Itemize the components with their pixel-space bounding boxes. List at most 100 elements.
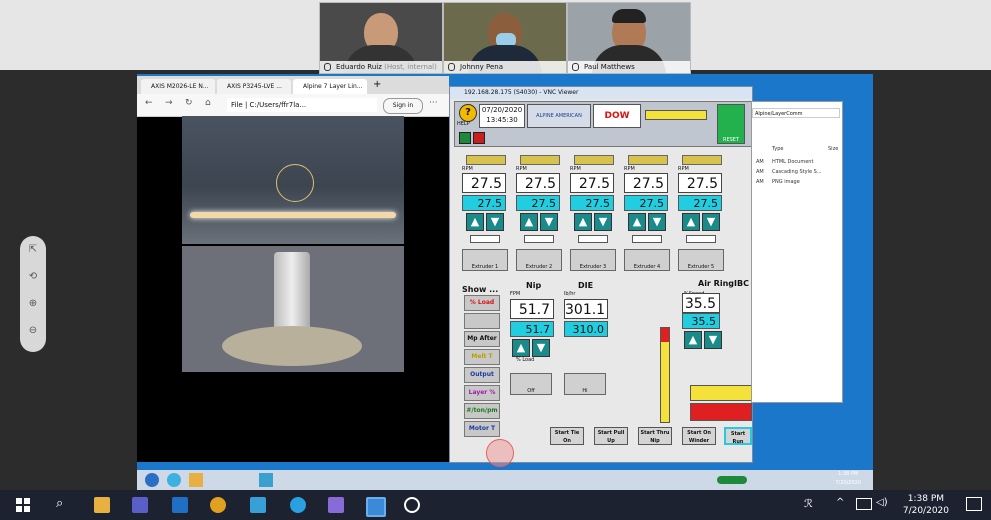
help-icon[interactable]: ? [459, 104, 477, 122]
rpm-label: RPM [624, 166, 635, 172]
fit-icon[interactable]: ⇱ [20, 236, 46, 263]
rpm-setpoint[interactable]: 27.5 [516, 195, 560, 211]
die-setpoint[interactable]: 310.0 [564, 321, 608, 337]
start-tie-on-button[interactable]: Start Tie On [550, 427, 584, 445]
file-type[interactable]: PNG image [772, 179, 800, 185]
arrow-up-icon[interactable]: ▲ [574, 213, 592, 231]
arrow-down-icon[interactable]: ▼ [540, 213, 558, 231]
participant-tile-2[interactable]: Johnny Pena [443, 2, 567, 74]
start-orb-icon[interactable] [145, 473, 159, 487]
show-motor-button[interactable]: Motor T [464, 421, 500, 437]
zoom-in-icon[interactable]: ⊕ [20, 290, 46, 317]
new-tab-icon[interactable]: + [373, 79, 381, 90]
teams-icon[interactable] [132, 497, 148, 513]
extruder-button[interactable]: Extruder 3 [570, 249, 616, 271]
arrow-down-icon[interactable]: ▼ [594, 213, 612, 231]
start-on-winder-button[interactable]: Start On Winder [682, 427, 716, 445]
url-field[interactable]: File | C:/Users/ffr7la... [227, 98, 377, 112]
start-pull-up-button[interactable]: Start Pull Up [594, 427, 628, 445]
chrome-icon[interactable] [210, 497, 226, 513]
people-icon[interactable]: ℛ [804, 497, 813, 510]
reset-button[interactable]: RESET [717, 104, 745, 144]
back-icon[interactable]: ← [145, 98, 153, 108]
extruder-button[interactable]: Extruder 4 [624, 249, 670, 271]
rpm-setpoint[interactable]: 27.5 [570, 195, 614, 211]
column-size[interactable]: Size [828, 146, 838, 152]
file-type[interactable]: Cascading Style S... [772, 169, 822, 175]
arrow-up-icon[interactable]: ▲ [466, 213, 484, 231]
record-icon[interactable] [404, 497, 420, 513]
show-output-button[interactable]: Output [464, 367, 500, 383]
extruder-button[interactable]: Extruder 5 [678, 249, 724, 271]
show-load-button[interactable]: % Load [464, 295, 500, 311]
browser-tab-active[interactable]: Alpine 7 Layer Lin... [293, 79, 367, 94]
start-thru-nip-button[interactable]: Start Thru Nip [638, 427, 672, 445]
rpm-setpoint[interactable]: 27.5 [624, 195, 668, 211]
arrow-up-icon[interactable]: ▲ [520, 213, 538, 231]
air-ring-value: 35.5 [682, 293, 720, 313]
rotate-icon[interactable]: ⟲ [20, 263, 46, 290]
home-icon[interactable]: ⌂ [205, 98, 211, 108]
zoom-control: ⇱ ⟲ ⊕ ⊖ [20, 236, 46, 352]
show-mp-after-button[interactable]: Mp After [464, 331, 500, 347]
column-type[interactable]: Type [772, 146, 783, 152]
arrow-down-icon[interactable]: ▼ [704, 331, 722, 349]
show-ton-button[interactable]: #/ton/pm [464, 403, 500, 419]
air-ring-setpoint[interactable]: 35.5 [682, 313, 720, 329]
rpm-label: RPM [462, 166, 473, 172]
arrow-down-icon[interactable]: ▼ [648, 213, 666, 231]
taskbar-clock[interactable]: 1:38 PM 7/20/2020 [903, 493, 949, 517]
outlook-icon[interactable] [172, 497, 188, 513]
rpm-setpoint[interactable]: 27.5 [462, 195, 506, 211]
status-bar [645, 110, 707, 120]
show-melt-button[interactable]: Melt T [464, 349, 500, 365]
arrow-down-icon[interactable]: ▼ [702, 213, 720, 231]
notification-icon[interactable] [966, 497, 982, 511]
forward-icon[interactable]: → [165, 98, 173, 108]
rpm-setpoint[interactable]: 27.5 [678, 195, 722, 211]
more-icon[interactable]: ··· [429, 98, 438, 108]
show-layer-button[interactable]: Layer % [464, 385, 500, 401]
file-type[interactable]: HTML Document [772, 159, 813, 165]
arrow-up-icon[interactable]: ▲ [512, 339, 530, 357]
windows-start-icon[interactable] [16, 498, 30, 512]
show-blank-button[interactable] [464, 313, 500, 329]
arrow-up-icon[interactable]: ▲ [684, 331, 702, 349]
refresh-icon[interactable]: ↻ [185, 98, 193, 108]
app-icon[interactable] [328, 497, 344, 513]
participant-tile-1[interactable]: Eduardo Ruiz (Host, internal) [319, 2, 443, 74]
chevron-up-icon[interactable]: ^ [836, 497, 844, 508]
arrow-down-icon[interactable]: ▼ [532, 339, 550, 357]
camera-feed-top [182, 116, 404, 244]
mic-icon [572, 63, 579, 71]
sign-in-button[interactable]: Sign in [383, 98, 423, 114]
edge-icon[interactable] [290, 497, 306, 513]
network-icon[interactable] [856, 498, 872, 510]
participant-tile-3[interactable]: Paul Matthews [567, 2, 691, 74]
browser-tab[interactable]: AXIS M2026-LE N... [141, 79, 215, 94]
arrow-up-icon[interactable]: ▲ [628, 213, 646, 231]
extruder-column-1: RPM 27.5 27.5 ▲ ▼ Extruder 1 [460, 155, 510, 275]
browser-tab[interactable]: AXIS P3245-LVE ... [217, 79, 291, 94]
nip-setpoint[interactable]: 51.7 [510, 321, 554, 337]
nip-button[interactable]: Off [510, 373, 552, 395]
folder-icon[interactable] [189, 473, 203, 487]
datetime-display: 07/20/2020 13:45:30 [479, 104, 525, 128]
arrow-up-icon[interactable]: ▲ [682, 213, 700, 231]
extruder-button[interactable]: Extruder 2 [516, 249, 562, 271]
active-app-icon[interactable] [366, 497, 386, 517]
app-icon[interactable] [250, 497, 266, 513]
app-icon[interactable] [259, 473, 273, 487]
ie-icon[interactable] [167, 473, 181, 487]
start-indicator [459, 132, 471, 144]
extruder-button[interactable]: Extruder 1 [462, 249, 508, 271]
file-explorer-icon[interactable] [94, 497, 110, 513]
rpm-value: 27.5 [570, 173, 614, 193]
search-icon[interactable]: ⌕ [56, 496, 63, 511]
start-run-button[interactable]: Start Run [724, 427, 752, 445]
volume-icon[interactable]: ◁) [876, 497, 888, 508]
zoom-out-icon[interactable]: ⊖ [20, 317, 46, 344]
die-button[interactable]: Hi [564, 373, 606, 395]
explorer-path[interactable]: Alpine/LayerComm [752, 108, 840, 118]
arrow-down-icon[interactable]: ▼ [486, 213, 504, 231]
